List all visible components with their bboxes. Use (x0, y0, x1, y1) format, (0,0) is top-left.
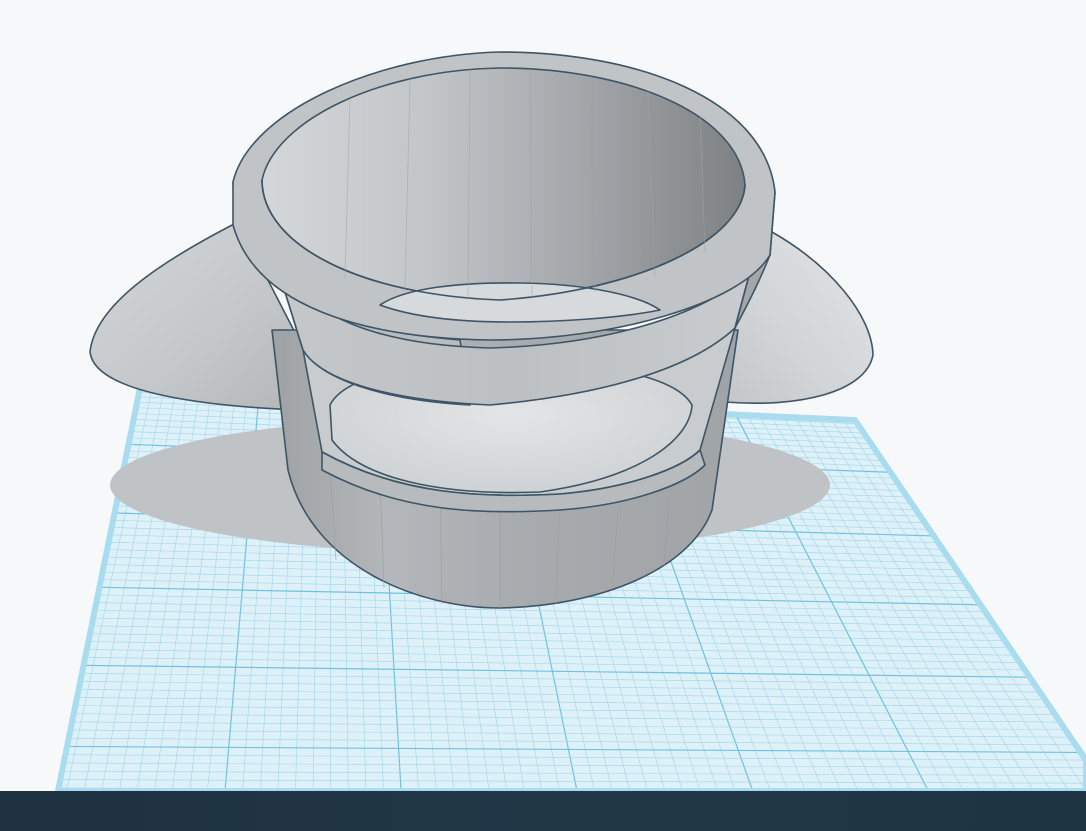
bottom-bar (0, 791, 1086, 831)
scene-svg (54, 51, 1086, 791)
3d-viewport[interactable] (0, 0, 1086, 791)
app-window (0, 0, 1086, 831)
